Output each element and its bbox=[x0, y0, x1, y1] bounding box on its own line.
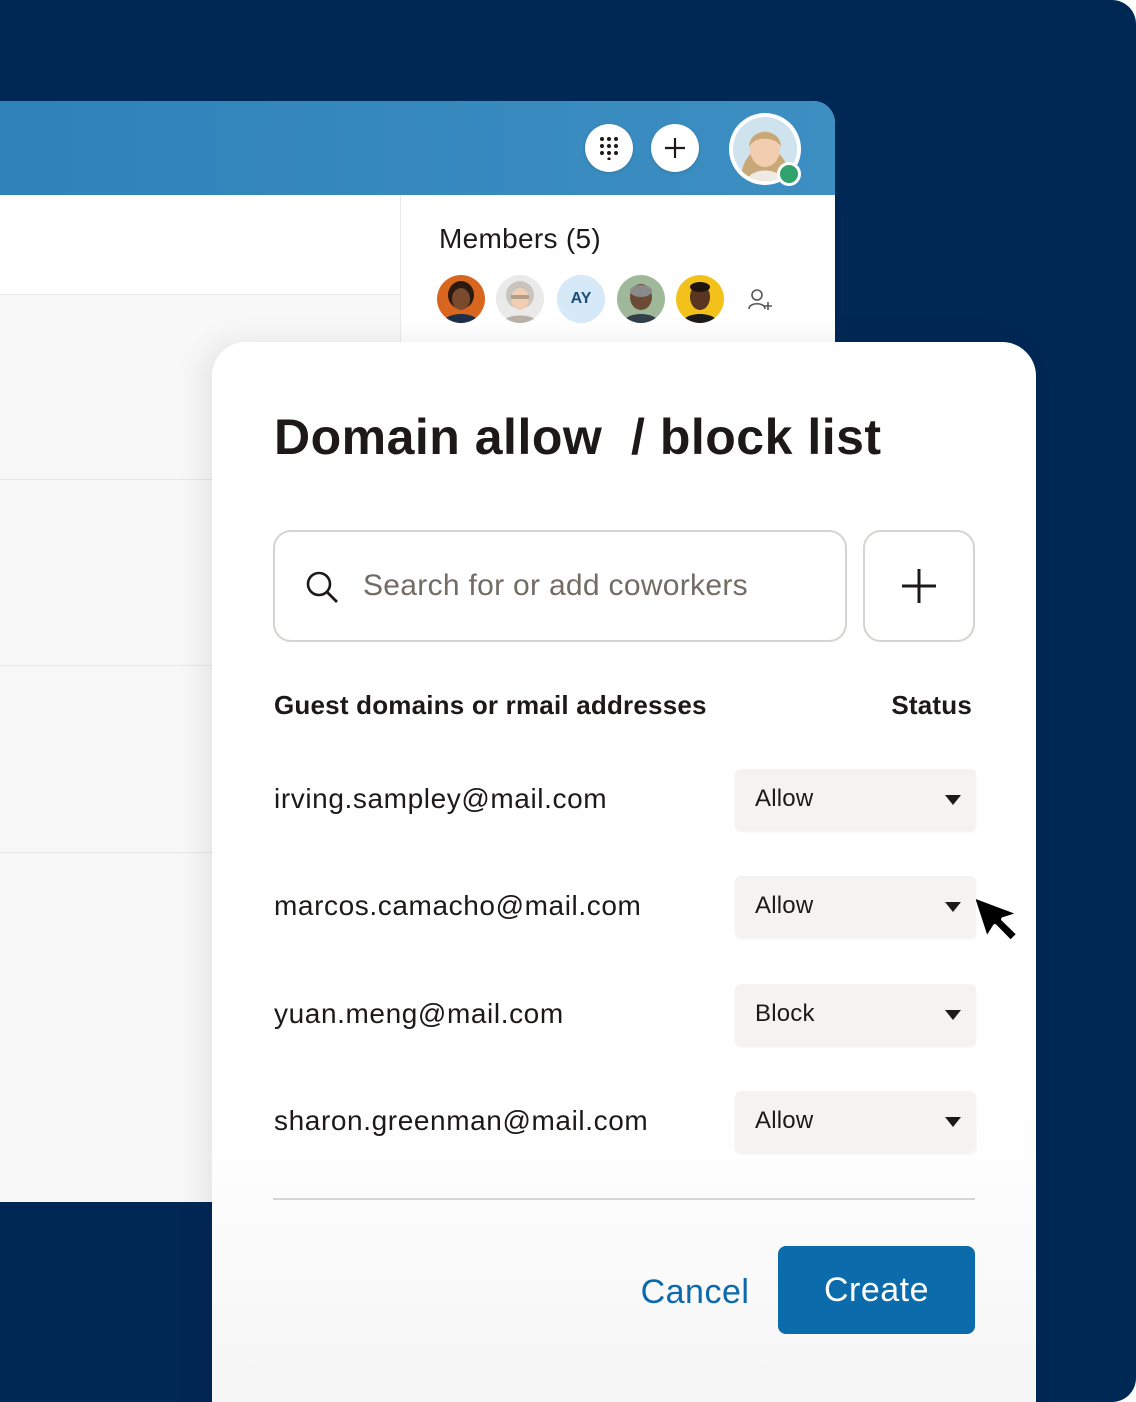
app-grid-button[interactable] bbox=[585, 124, 633, 172]
online-status-dot bbox=[777, 162, 801, 186]
table-row: irving.sampley@mail.com Allow bbox=[212, 769, 1036, 833]
domain-allow-block-dialog: Domain allow / block list Guest domains … bbox=[212, 342, 1036, 1402]
add-entry-button[interactable] bbox=[863, 530, 975, 642]
member-avatar[interactable] bbox=[676, 275, 724, 323]
member-avatar-initials[interactable]: AY bbox=[557, 275, 605, 323]
background-frame: Members (5) AY Domain allow / block list… bbox=[0, 0, 1136, 1402]
table-row: yuan.meng@mail.com Block bbox=[212, 984, 1036, 1048]
member-avatar[interactable] bbox=[437, 275, 485, 323]
status-value: Allow bbox=[755, 785, 814, 812]
add-member-icon[interactable] bbox=[747, 287, 773, 313]
caret-down-icon bbox=[945, 902, 961, 912]
content-header-strip bbox=[0, 195, 400, 295]
caret-down-icon bbox=[945, 1010, 961, 1020]
create-new-button[interactable] bbox=[651, 124, 699, 172]
caret-down-icon bbox=[945, 795, 961, 805]
cancel-button[interactable]: Cancel bbox=[630, 1252, 760, 1332]
search-field[interactable] bbox=[273, 530, 847, 642]
status-select[interactable]: Block bbox=[735, 984, 976, 1046]
search-input[interactable] bbox=[361, 560, 825, 612]
row-email: yuan.meng@mail.com bbox=[274, 998, 564, 1029]
domains-column-header: Guest domains or rmail addresses bbox=[274, 690, 707, 720]
create-button[interactable]: Create bbox=[778, 1246, 975, 1334]
status-select[interactable]: Allow bbox=[735, 876, 976, 938]
row-email: irving.sampley@mail.com bbox=[274, 783, 608, 814]
add-plus-icon bbox=[902, 569, 936, 603]
member-avatar[interactable] bbox=[496, 275, 544, 323]
mouse-pointer-icon bbox=[976, 893, 1023, 945]
search-icon bbox=[306, 571, 338, 603]
app-header bbox=[0, 101, 835, 195]
row-email: sharon.greenman@mail.com bbox=[274, 1105, 649, 1136]
table-row: marcos.camacho@mail.com Allow bbox=[212, 876, 1036, 940]
status-select[interactable]: Allow bbox=[735, 1091, 976, 1153]
row-email: marcos.camacho@mail.com bbox=[274, 890, 642, 921]
status-select[interactable]: Allow bbox=[735, 769, 976, 831]
caret-down-icon bbox=[945, 1117, 961, 1127]
status-value: Allow bbox=[755, 1107, 814, 1134]
dialog-title: Domain allow / block list bbox=[274, 409, 882, 465]
status-value: Allow bbox=[755, 892, 814, 919]
members-title: Members (5) bbox=[439, 223, 601, 254]
table-row: sharon.greenman@mail.com Allow bbox=[212, 1091, 1036, 1155]
app-grid-icon bbox=[600, 137, 618, 160]
member-avatar[interactable] bbox=[617, 275, 665, 323]
status-value: Block bbox=[755, 1000, 815, 1027]
status-column-header: Status bbox=[891, 690, 972, 720]
plus-icon bbox=[665, 138, 685, 158]
footer-divider bbox=[273, 1198, 975, 1200]
